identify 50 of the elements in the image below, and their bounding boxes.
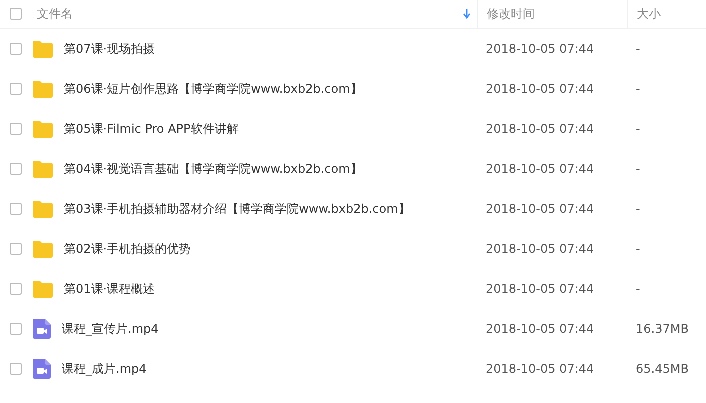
file-size: -: [636, 42, 640, 56]
file-name[interactable]: 第04课·视觉语言基础【博学商学院www.bxb2b.com】: [64, 160, 362, 178]
row-checkbox[interactable]: [10, 363, 22, 375]
file-size: 16.37MB: [636, 322, 689, 336]
modified-time: 2018-10-05 07:44: [486, 202, 594, 216]
file-name[interactable]: 第03课·手机拍摄辅助器材介绍【博学商学院www.bxb2b.com】: [64, 200, 410, 218]
row-checkbox[interactable]: [10, 323, 22, 335]
select-all-checkbox[interactable]: [10, 8, 22, 20]
file-name[interactable]: 第06课·短片创作思路【博学商学院www.bxb2b.com】: [64, 80, 362, 98]
modified-time: 2018-10-05 07:44: [486, 322, 594, 336]
sort-down-icon[interactable]: [463, 9, 471, 19]
column-header[interactable]: 修改时间: [487, 6, 627, 22]
file-size: -: [636, 82, 640, 96]
modified-time: 2018-10-05 07:44: [486, 162, 594, 176]
folder-icon: [33, 120, 53, 138]
row-checkbox[interactable]: [10, 83, 22, 95]
video-file-icon: [33, 319, 51, 339]
file-size: -: [636, 162, 640, 176]
file-name[interactable]: 课程_成片.mp4: [62, 360, 147, 378]
file-name[interactable]: 课程_宣传片.mp4: [62, 320, 159, 338]
folder-icon: [33, 40, 53, 58]
folder-icon: [33, 240, 53, 258]
folder-icon: [33, 200, 53, 218]
file-size: -: [636, 242, 640, 256]
file-size: 65.45MB: [636, 362, 689, 376]
modified-time: 2018-10-05 07:44: [486, 122, 594, 136]
file-size: -: [636, 122, 640, 136]
file-size: -: [636, 202, 640, 216]
video-file-icon: [33, 359, 51, 379]
file-size: -: [636, 282, 640, 296]
row-checkbox[interactable]: [10, 203, 22, 215]
modified-time: 2018-10-05 07:44: [486, 362, 594, 376]
modified-time: 2018-10-05 07:44: [486, 42, 594, 56]
column-header[interactable]: 大小: [637, 6, 706, 22]
folder-icon: [33, 80, 53, 98]
modified-time: 2018-10-05 07:44: [486, 282, 594, 296]
row-checkbox[interactable]: [10, 283, 22, 295]
row-checkbox[interactable]: [10, 163, 22, 175]
file-name[interactable]: 第05课·Filmic Pro APP软件讲解: [64, 120, 239, 138]
folder-icon: [33, 280, 53, 298]
row-checkbox[interactable]: [10, 123, 22, 135]
modified-time: 2018-10-05 07:44: [486, 82, 594, 96]
modified-time: 2018-10-05 07:44: [486, 242, 594, 256]
file-name[interactable]: 第01课·课程概述: [64, 280, 156, 298]
file-name[interactable]: 第07课·现场拍摄: [64, 40, 156, 58]
folder-icon: [33, 160, 53, 178]
file-name[interactable]: 第02课·手机拍摄的优势: [64, 240, 192, 258]
row-checkbox[interactable]: [10, 43, 22, 55]
row-checkbox[interactable]: [10, 243, 22, 255]
column-header[interactable]: 文件名: [37, 6, 463, 22]
